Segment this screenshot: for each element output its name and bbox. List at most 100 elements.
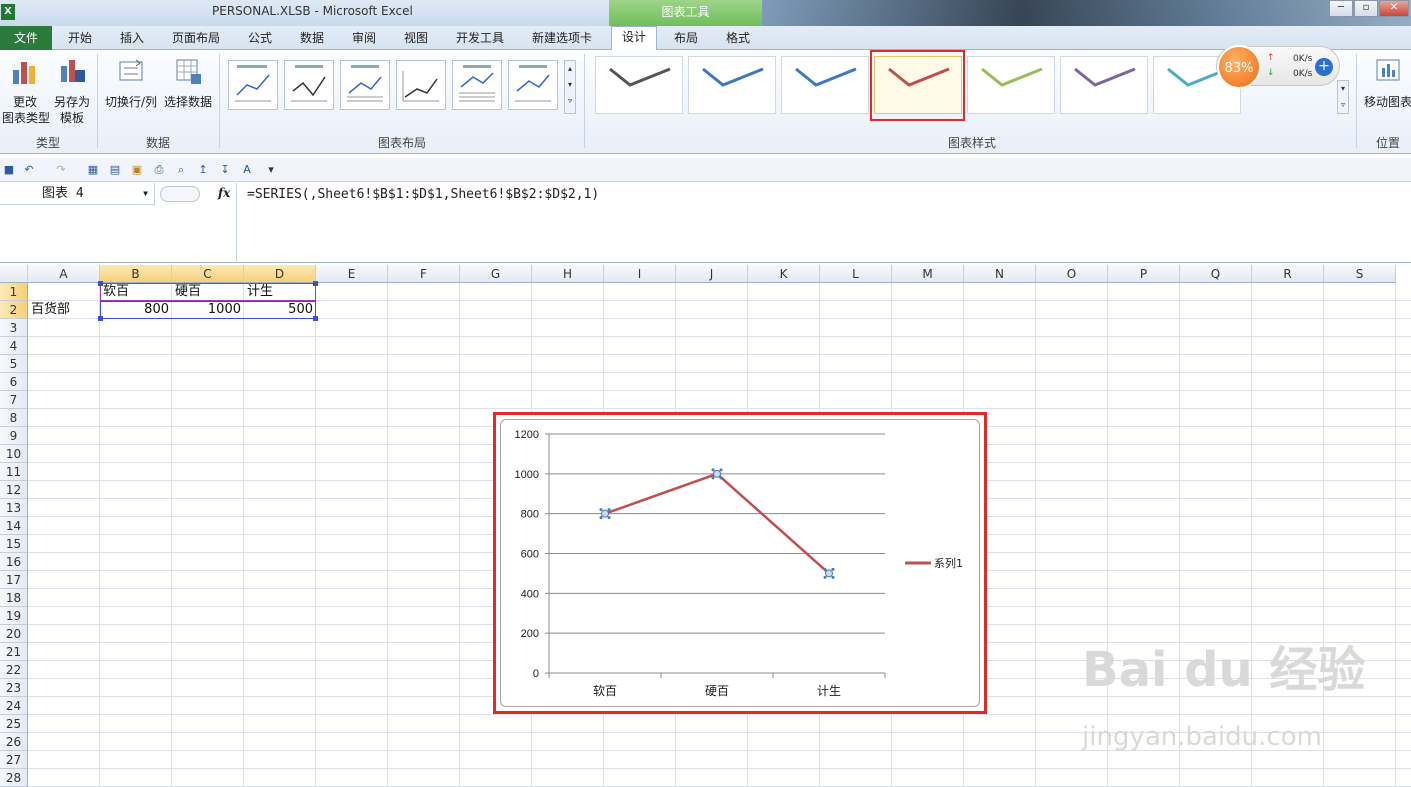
tab-formulas[interactable]: 公式 bbox=[240, 28, 280, 50]
tab-view[interactable]: 视图 bbox=[396, 28, 436, 50]
range-resize-handle[interactable] bbox=[313, 281, 318, 286]
tab-review[interactable]: 审阅 bbox=[344, 28, 384, 50]
select-all-corner[interactable] bbox=[0, 265, 28, 283]
tab-home[interactable]: 开始 bbox=[60, 28, 100, 50]
row-header-1[interactable]: 1 bbox=[0, 283, 28, 301]
switch-row-column-button[interactable]: 切换行/列 bbox=[104, 56, 158, 110]
row-header-2[interactable]: 2 bbox=[0, 301, 28, 319]
column-header-d[interactable]: D bbox=[244, 265, 316, 283]
row-header-17[interactable]: 17 bbox=[0, 571, 28, 589]
sort-desc-icon[interactable]: ↧ bbox=[218, 163, 232, 177]
move-chart-button[interactable]: 移动图表 bbox=[1362, 56, 1411, 110]
row-header-27[interactable]: 27 bbox=[0, 751, 28, 769]
column-header-b[interactable]: B bbox=[100, 265, 172, 283]
row-header-25[interactable]: 25 bbox=[0, 715, 28, 733]
column-header-q[interactable]: Q bbox=[1180, 265, 1252, 283]
row-header-28[interactable]: 28 bbox=[0, 769, 28, 787]
range-resize-handle[interactable] bbox=[98, 281, 103, 286]
undo-icon[interactable]: ↶ bbox=[22, 163, 36, 177]
chart-style-6[interactable] bbox=[1060, 56, 1148, 114]
chart-style-3[interactable] bbox=[781, 56, 869, 114]
column-header-f[interactable]: F bbox=[388, 265, 460, 283]
tab-developer[interactable]: 开发工具 bbox=[450, 28, 510, 50]
print-preview-icon[interactable]: ⌕ bbox=[174, 163, 188, 177]
tab-file[interactable]: 文件 bbox=[0, 26, 52, 50]
row-header-11[interactable]: 11 bbox=[0, 463, 28, 481]
row-header-5[interactable]: 5 bbox=[0, 355, 28, 373]
formula-input[interactable]: =SERIES(,Sheet6!$B$1:$D$1,Sheet6!$B$2:$D… bbox=[236, 183, 1411, 263]
sort-asc-icon[interactable]: ↥ bbox=[196, 163, 210, 177]
select-data-button[interactable]: 选择数据 bbox=[162, 56, 214, 110]
row-header-26[interactable]: 26 bbox=[0, 733, 28, 751]
print-icon[interactable]: ⎙ bbox=[152, 163, 166, 177]
tab-new[interactable]: 新建选项卡 bbox=[524, 28, 600, 50]
chart-style-5[interactable] bbox=[967, 56, 1055, 114]
row-header-9[interactable]: 9 bbox=[0, 427, 28, 445]
column-header-k[interactable]: K bbox=[748, 265, 820, 283]
chart-layout-6[interactable] bbox=[508, 60, 558, 110]
column-header-n[interactable]: N bbox=[964, 265, 1036, 283]
chart-style-1[interactable] bbox=[595, 56, 683, 114]
chevron-down-icon[interactable]: ▼ bbox=[143, 183, 148, 205]
column-header-e[interactable]: E bbox=[316, 265, 388, 283]
chart-layout-1[interactable] bbox=[228, 60, 278, 110]
row-header-13[interactable]: 13 bbox=[0, 499, 28, 517]
row-header-6[interactable]: 6 bbox=[0, 373, 28, 391]
chart-layout-4[interactable] bbox=[396, 60, 446, 110]
change-chart-type-button[interactable]: 更改 图表类型 bbox=[2, 56, 50, 126]
column-header-s[interactable]: S bbox=[1324, 265, 1396, 283]
tab-design[interactable]: 设计 bbox=[611, 26, 657, 50]
row-header-24[interactable]: 24 bbox=[0, 697, 28, 715]
tab-format[interactable]: 格式 bbox=[716, 28, 760, 50]
tab-insert[interactable]: 插入 bbox=[112, 28, 152, 50]
style-gallery-scroll[interactable]: ▾ ▿ bbox=[1337, 80, 1349, 114]
form-icon[interactable]: ▤ bbox=[108, 163, 122, 177]
font-size-icon[interactable]: A bbox=[240, 163, 254, 177]
net-speed-widget[interactable]: 83% ↑ 0K/s ↓ 0K/s + bbox=[1216, 45, 1340, 89]
row-header-19[interactable]: 19 bbox=[0, 607, 28, 625]
maximize-button[interactable]: ▫ bbox=[1354, 0, 1378, 17]
cell-a2[interactable]: 百货部 bbox=[31, 301, 100, 319]
row-header-23[interactable]: 23 bbox=[0, 679, 28, 697]
tab-layout[interactable]: 布局 bbox=[664, 28, 708, 50]
row-header-10[interactable]: 10 bbox=[0, 445, 28, 463]
chart-layout-2[interactable] bbox=[284, 60, 334, 110]
formula-bar-grip[interactable] bbox=[160, 186, 200, 202]
range-resize-handle[interactable] bbox=[98, 316, 103, 321]
chart-style-2[interactable] bbox=[688, 56, 776, 114]
column-header-r[interactable]: R bbox=[1252, 265, 1324, 283]
row-header-16[interactable]: 16 bbox=[0, 553, 28, 571]
column-header-h[interactable]: H bbox=[532, 265, 604, 283]
insert-function-icon[interactable]: fx bbox=[218, 186, 230, 200]
paste-icon[interactable]: ▣ bbox=[130, 163, 144, 177]
row-header-15[interactable]: 15 bbox=[0, 535, 28, 553]
line-chart[interactable]: 0 200 400 600 800 1000 1200 软百 硬百 计生 系列1 bbox=[493, 412, 987, 714]
row-header-7[interactable]: 7 bbox=[0, 391, 28, 409]
row-header-18[interactable]: 18 bbox=[0, 589, 28, 607]
row-header-20[interactable]: 20 bbox=[0, 625, 28, 643]
close-button[interactable]: ✕ bbox=[1379, 0, 1409, 17]
chart-layout-5[interactable] bbox=[452, 60, 502, 110]
column-header-i[interactable]: I bbox=[604, 265, 676, 283]
row-header-21[interactable]: 21 bbox=[0, 643, 28, 661]
layout-gallery-scroll[interactable]: ▴ ▾ ▿ bbox=[564, 60, 576, 114]
column-header-l[interactable]: L bbox=[820, 265, 892, 283]
row-header-14[interactable]: 14 bbox=[0, 517, 28, 535]
chart-layout-3[interactable] bbox=[340, 60, 390, 110]
column-header-a[interactable]: A bbox=[28, 265, 100, 283]
column-header-g[interactable]: G bbox=[460, 265, 532, 283]
row-header-3[interactable]: 3 bbox=[0, 319, 28, 337]
memory-percent-ball[interactable]: 83% bbox=[1217, 45, 1261, 89]
column-header-c[interactable]: C bbox=[172, 265, 244, 283]
row-header-12[interactable]: 12 bbox=[0, 481, 28, 499]
add-icon[interactable]: + bbox=[1315, 58, 1333, 76]
column-header-p[interactable]: P bbox=[1108, 265, 1180, 283]
excel-icon[interactable]: X bbox=[1, 4, 15, 20]
column-header-o[interactable]: O bbox=[1036, 265, 1108, 283]
column-header-m[interactable]: M bbox=[892, 265, 964, 283]
redo-icon[interactable]: ↷ bbox=[54, 163, 68, 177]
minimize-button[interactable]: ─ bbox=[1329, 0, 1353, 17]
tab-page-layout[interactable]: 页面布局 bbox=[166, 28, 226, 50]
tab-data[interactable]: 数据 bbox=[292, 28, 332, 50]
save-as-template-button[interactable]: 另存为 模板 bbox=[50, 56, 94, 126]
